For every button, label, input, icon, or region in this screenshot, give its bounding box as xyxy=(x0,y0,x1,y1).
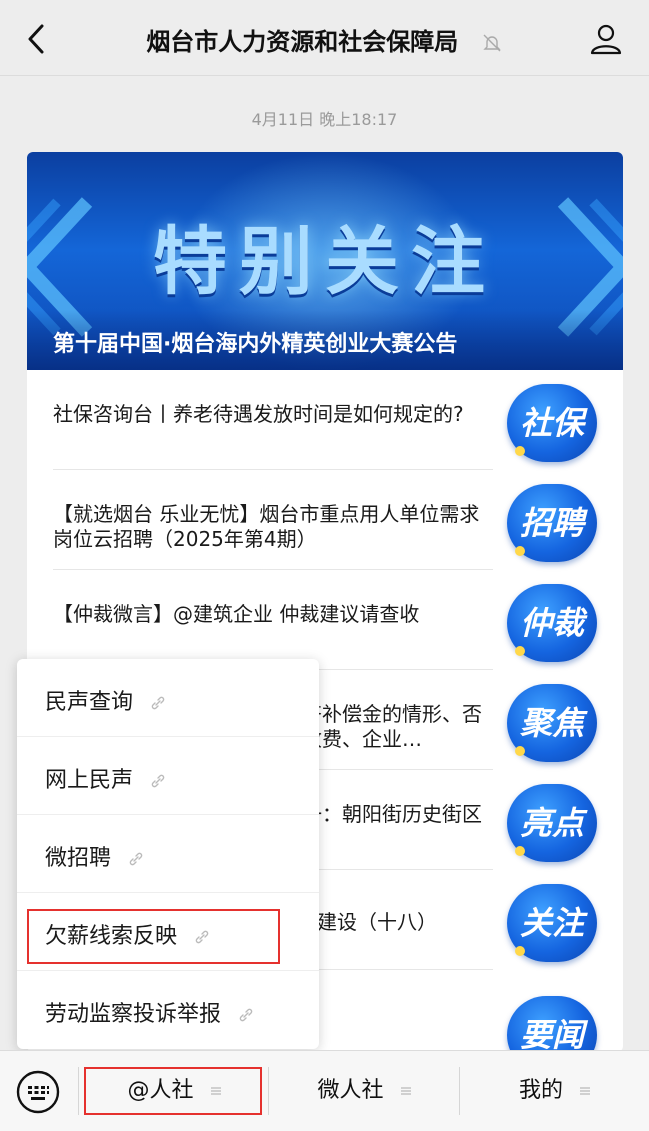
list-item-title: 【仲裁微言】@建筑企业 仲裁建议请查收 xyxy=(53,602,420,626)
menu-item-label: 微招聘 xyxy=(45,846,112,871)
mute-bell-icon xyxy=(482,34,501,52)
link-icon xyxy=(239,1008,253,1022)
menu-item-labor-complaint[interactable]: 劳动监察投诉举报 xyxy=(17,971,319,1049)
list-item-title: 【就选烟台 乐业无忧】烟台市重点用人单位需求岗位云招聘（2025年第4期） xyxy=(53,502,480,551)
list-item[interactable]: 社保咨询台丨养老待遇发放时间是如何规定的? 社保 xyxy=(27,370,623,470)
message-timestamp: 4月11日 晚上18:17 xyxy=(251,110,398,129)
thumbnail-image: 亮点 xyxy=(507,784,597,862)
thumbnail-image: 招聘 xyxy=(507,484,597,562)
highlight-box xyxy=(84,1067,262,1115)
link-icon xyxy=(129,852,143,866)
popup-menu: 民声查询 网上民声 微招聘 欠薪线索反映 劳动监察投诉举报 xyxy=(17,659,319,1049)
tab-label: 微人社 xyxy=(317,1078,384,1103)
menu-lines-icon xyxy=(580,1087,590,1095)
menu-item-label: 民声查询 xyxy=(45,690,134,715)
list-item-title: 一：朝阳街历史街区 xyxy=(302,802,482,826)
list-item-title: 社保咨询台丨养老待遇发放时间是如何规定的? xyxy=(53,402,464,426)
menu-item-minsheng-query[interactable]: 民声查询 xyxy=(17,659,319,737)
page-title: 烟台市人力资源和社会保障局 xyxy=(146,28,459,56)
thumbnail-image: 要闻 xyxy=(507,996,597,1052)
banner-caption: 第十届中国·烟台海内外精英创业大赛公告 xyxy=(53,332,458,357)
menu-lines-icon xyxy=(400,1087,411,1095)
thumbnail-image: 仲裁 xyxy=(507,584,597,662)
top-bar: 烟台市人力资源和社会保障局 xyxy=(0,0,649,76)
highlight-box xyxy=(27,909,280,964)
list-item[interactable]: 【仲裁微言】@建筑企业 仲裁建议请查收 仲裁 xyxy=(27,570,623,670)
tab-label: 我的 xyxy=(518,1078,563,1103)
tab-wei-renshe[interactable]: 微人社 xyxy=(269,1051,459,1131)
menu-item-label: 网上民声 xyxy=(45,768,134,793)
keyboard-icon[interactable] xyxy=(15,1069,61,1115)
list-item-title: 齐补偿金的情形、否收费、企业… xyxy=(302,702,482,751)
list-item-title: 建设（十八） xyxy=(317,910,437,934)
link-icon xyxy=(151,696,165,710)
user-profile-icon[interactable] xyxy=(589,22,623,56)
menu-item-micro-recruit[interactable]: 微招聘 xyxy=(17,815,319,893)
banner-headline: 特别关注 xyxy=(153,219,497,305)
thumbnail-image: 关注 xyxy=(507,884,597,962)
menu-item-online-minsheng[interactable]: 网上民声 xyxy=(17,737,319,815)
tab-mine[interactable]: 我的 xyxy=(460,1051,649,1131)
article-banner[interactable]: 特别关注 第十届中国·烟台海内外精英创业大赛公告 xyxy=(27,152,623,370)
thumbnail-image: 聚焦 xyxy=(507,684,597,762)
list-item[interactable]: 【就选烟台 乐业无忧】烟台市重点用人单位需求岗位云招聘（2025年第4期） 招聘 xyxy=(27,470,623,570)
menu-item-label: 劳动监察投诉举报 xyxy=(45,1002,222,1027)
link-icon xyxy=(151,774,165,788)
thumbnail-image: 社保 xyxy=(507,384,597,462)
